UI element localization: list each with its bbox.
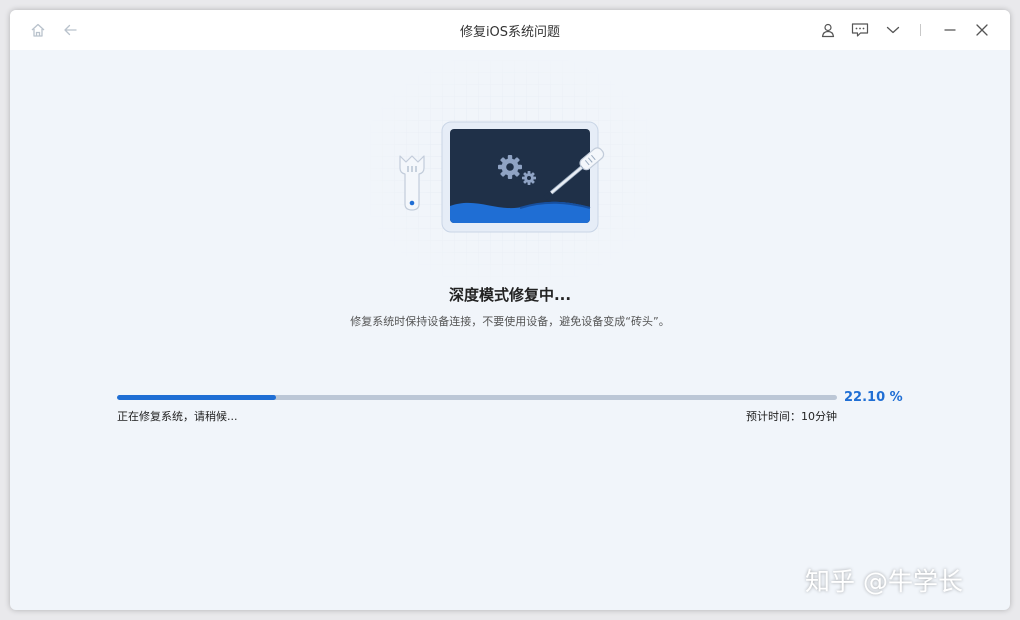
progress-percent: 22.10 %	[844, 390, 903, 405]
feedback-icon	[851, 22, 869, 38]
title-bar-divider	[920, 24, 921, 36]
minimize-icon	[942, 22, 958, 38]
tablet-screen-icon	[441, 121, 599, 233]
close-button[interactable]	[972, 20, 992, 40]
account-button[interactable]	[818, 20, 838, 40]
feedback-button[interactable]	[850, 20, 870, 40]
progress-bar	[117, 395, 837, 400]
repair-instructions: 修复系统时保持设备连接，不要使用设备，避免设备变成“砖头”。	[350, 315, 670, 328]
minimize-button[interactable]	[940, 20, 960, 40]
progress-bar-fill	[117, 395, 277, 400]
repair-heading: 深度模式修复中...	[448, 286, 572, 304]
user-icon	[820, 22, 836, 38]
chevron-down-icon	[885, 22, 901, 38]
app-window: 修复iOS系统问题 深度模式修复中... 修复系统时保持设备连接，不要使用设备，…	[10, 10, 1010, 610]
menu-dropdown-button[interactable]	[883, 20, 903, 40]
title-bar: 修复iOS系统问题	[10, 10, 1010, 50]
repair-illustration	[370, 60, 650, 280]
watermark: 知乎 @牛学长	[805, 567, 963, 596]
status-text: 正在修复系统，请稍候...	[117, 410, 238, 423]
close-icon	[974, 22, 990, 38]
estimated-time: 预计时间：10分钟	[746, 410, 837, 423]
